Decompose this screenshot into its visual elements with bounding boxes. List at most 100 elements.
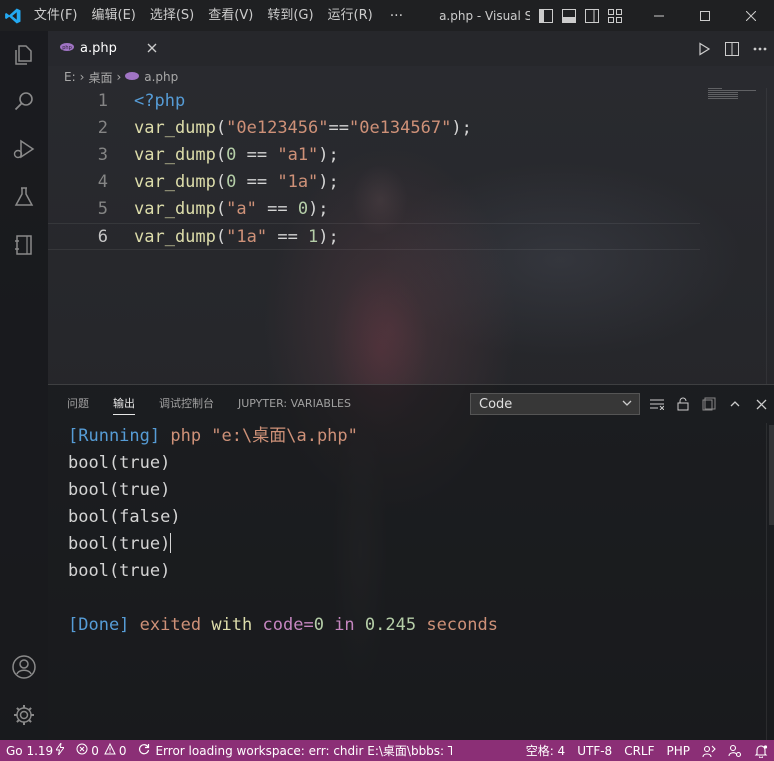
breadcrumb-file[interactable]: a.php [144,70,178,84]
editor-scrollbar[interactable] [766,88,774,384]
output-channel-value: Code [479,396,513,412]
code-text: var_dump(0 == "1a"); [134,169,339,196]
run-debug-icon[interactable] [0,125,48,173]
problems-count-item[interactable]: 0 0 [70,740,132,761]
minimap[interactable] [708,88,766,100]
live-share-icon[interactable] [696,740,722,761]
code-token: var_dump [134,199,216,219]
activity-bar [0,31,48,740]
running-tag: [Running] [68,426,161,446]
chevron-down-icon [621,397,633,413]
breadcrumb-folder[interactable]: 桌面 [88,69,112,86]
code-token: 0 [226,145,237,165]
menu-more-button[interactable]: ··· [380,8,413,24]
run-code-icon[interactable] [690,31,718,66]
notifications-bell-icon[interactable] [748,740,774,761]
code-token: ( [215,199,227,219]
close-tab-icon[interactable] [144,40,160,56]
testing-flask-icon[interactable] [0,173,48,221]
line-number: 6 [97,227,108,247]
account-icon[interactable] [0,643,48,691]
code-text: <?php [134,88,185,115]
toggle-sidebar-icon[interactable] [534,0,557,31]
search-icon[interactable] [0,77,48,125]
go-version-item[interactable]: Go 1.19 [0,740,70,761]
tab-a-php[interactable]: php a.php [48,31,170,66]
language-mode-item[interactable]: PHP [661,740,697,761]
output-running-line: [Running] php "e:\桌面\a.php" [68,423,498,450]
code-line[interactable]: 1 <?php [48,88,700,115]
done-time: 0.245 [364,615,417,635]
maximize-icon[interactable] [682,0,728,31]
line-number: 5 [97,199,108,219]
code-token: var_dump [134,145,216,165]
eol-item[interactable]: CRLF [618,740,660,761]
clear-output-icon[interactable] [644,393,670,415]
workspace-error-item[interactable]: Error loading workspace: err: chdir E:\桌… [132,740,452,761]
explorer-icon[interactable] [0,31,48,79]
code-token: 0 [297,199,309,219]
code-token: ( [215,145,227,165]
panel-scrollbar[interactable] [766,423,774,741]
breadcrumb-drive[interactable]: E: [64,70,76,84]
maximize-panel-icon[interactable] [722,393,748,415]
more-actions-icon[interactable] [746,31,774,66]
code-line[interactable]: 2 var_dump("0e123456"=="0e134567"); [48,115,700,142]
chevron-right-icon: › [116,70,122,84]
output-result-line: bool(true) [68,453,171,473]
tab-problems[interactable]: 问题 [67,385,89,423]
toggle-secondary-sidebar-icon[interactable] [580,0,603,31]
code-token: == [236,172,278,192]
encoding-item[interactable]: UTF-8 [571,740,618,761]
customize-layout-icon[interactable] [603,0,626,31]
chevron-right-icon: › [79,70,85,84]
done-zero: 0 [313,615,324,635]
output-result-line-with-caret: bool(true) [68,531,498,558]
code-line[interactable]: 5 var_dump("a" == 0); [48,196,700,223]
code-editor[interactable]: 1 <?php 2 var_dump("0e123456"=="0e134567");… [48,88,700,250]
menu-file[interactable]: 文件(F) [27,0,85,31]
settings-gear-icon[interactable] [0,691,48,739]
menu-edit[interactable]: 编辑(E) [85,0,143,31]
minimize-icon[interactable] [636,0,682,31]
code-line[interactable]: 6 var_dump("1a" == 1); [48,223,700,250]
warning-count: 0 [118,743,127,758]
done-eq: = [303,615,314,635]
indentation-item[interactable]: 空格: 4 [520,740,572,761]
output-result-line: bool(true) [68,480,171,500]
code-token: 1 [308,227,319,247]
code-token: var_dump [134,172,216,192]
code-token: == [236,145,278,165]
output-channel-select[interactable]: Code [470,393,640,415]
code-line[interactable]: 4 var_dump(0 == "1a"); [48,169,700,196]
close-window-icon[interactable] [728,0,774,31]
sync-icon [138,743,150,758]
code-text: var_dump("a" == 0); [134,196,329,223]
done-with: with [211,615,253,635]
close-panel-icon[interactable] [748,393,774,415]
open-log-file-icon[interactable] [696,393,722,415]
workspace-error-text: Error loading workspace: err: chdir E:\桌… [155,744,453,758]
tab-debug-console[interactable]: 调试控制台 [159,385,214,423]
menu-view[interactable]: 查看(V) [201,0,260,31]
code-token: ); [318,172,339,192]
line-number: 4 [97,172,108,192]
split-editor-icon[interactable] [718,31,746,66]
tab-jupyter-variables[interactable]: JUPYTER: VARIABLES [238,385,351,423]
toggle-panel-icon[interactable] [557,0,580,31]
tab-output[interactable]: 输出 [113,385,135,423]
output-console[interactable]: [Running] php "e:\桌面\a.php" bool(true) b… [68,423,498,639]
menu-selection[interactable]: 选择(S) [143,0,201,31]
warning-icon [104,742,116,758]
notebook-icon[interactable] [0,221,48,269]
code-line[interactable]: 3 var_dump(0 == "a1"); [48,142,700,169]
menu-run[interactable]: 运行(R) [321,0,380,31]
menu-go[interactable]: 转到(G) [260,0,320,31]
lock-scroll-icon[interactable] [670,393,696,415]
code-token: 0 [226,172,237,192]
title-bar: 文件(F) 编辑(E) 选择(S) 查看(V) 转到(G) 运行(R) ··· … [0,0,774,31]
done-tag: [Done] [68,615,130,635]
code-token: "1a" [226,227,268,247]
accounts-settings-icon[interactable] [722,740,748,761]
code-token: "a1" [277,145,319,165]
